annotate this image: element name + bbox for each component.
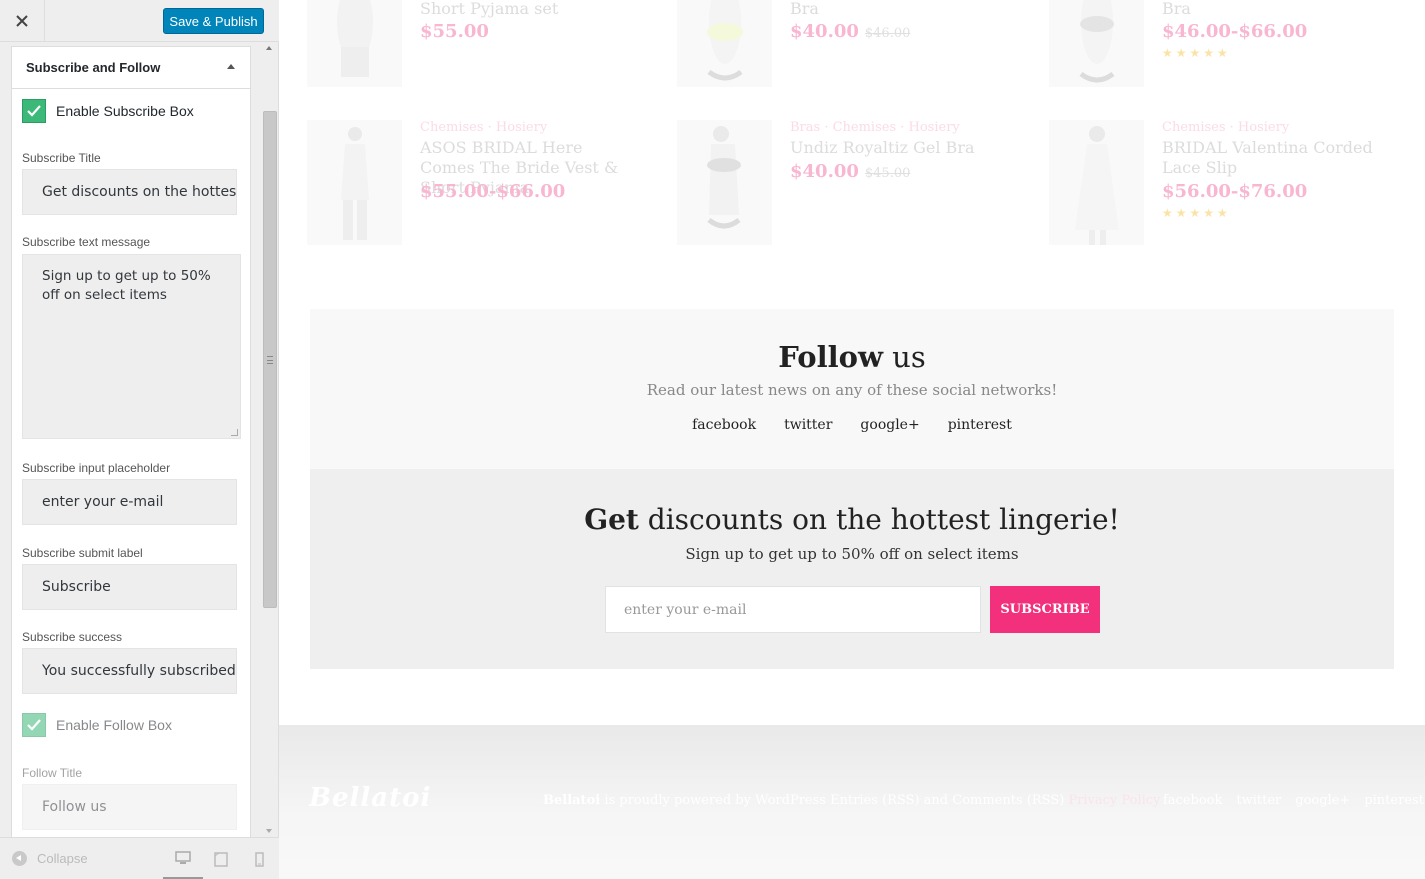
subscribe-follow-section: Subscribe and Follow Enable Subscribe Bo… xyxy=(11,46,251,837)
social-link-twitter[interactable]: twitter xyxy=(784,417,832,433)
grip-icon xyxy=(267,356,273,364)
product-categories[interactable]: Bras · Chemises · Hosiery xyxy=(790,120,960,135)
customizer-sidebar: Save & Publish Subscribe and Follow Enab… xyxy=(0,0,279,879)
site-preview: Short Pyjama set $55.00 Bra $40.00 $46.00… xyxy=(279,0,1425,879)
follow-title: Follow us xyxy=(310,340,1394,374)
footer-link-pinterest[interactable]: pinterest xyxy=(1364,793,1424,808)
subscribe-placeholder-input[interactable]: enter your e-mail xyxy=(22,479,237,525)
tablet-icon[interactable] xyxy=(201,838,241,879)
sidebar-scrollbar[interactable] xyxy=(262,42,278,837)
footer-credit-text: is proudly powered by WordPress Entries … xyxy=(600,793,1069,808)
scrollbar-thumb[interactable] xyxy=(263,111,277,608)
subscribe-button[interactable]: SUBSCRIBE xyxy=(990,586,1100,633)
scroll-up-icon[interactable] xyxy=(266,46,272,50)
customizer-header: Save & Publish xyxy=(0,0,279,42)
product-categories[interactable]: Chemises · Hosiery xyxy=(1162,120,1289,135)
section-title: Subscribe and Follow xyxy=(26,60,161,75)
social-link-facebook[interactable]: facebook xyxy=(692,417,756,433)
product-categories[interactable]: Chemises · Hosiery xyxy=(420,120,547,135)
subscribe-success-input[interactable]: You successfully subscribed xyxy=(22,648,237,694)
product-image[interactable] xyxy=(1049,120,1144,245)
product-price: $56.00-$76.00 xyxy=(1162,181,1308,202)
footer-link-twitter[interactable]: twitter xyxy=(1236,793,1281,808)
resize-handle[interactable] xyxy=(231,429,238,436)
subscribe-title-rest: discounts on the hottest lingerie! xyxy=(638,503,1120,536)
current-price: $40.00 xyxy=(790,21,859,42)
site-footer: Bellatoi Bellatoi is proudly powered by … xyxy=(279,725,1425,879)
subscribe-title-label: Subscribe Title xyxy=(22,151,101,165)
follow-box: Follow us Read our latest news on any of… xyxy=(310,309,1394,669)
enable-follow-label: Enable Follow Box xyxy=(56,717,172,733)
product-name[interactable]: BRIDAL Valentina Corded Lace Slip xyxy=(1162,138,1392,178)
product-image[interactable] xyxy=(677,120,772,245)
privacy-policy-link[interactable]: Privacy Policy xyxy=(1068,793,1160,808)
product-name[interactable]: Bra xyxy=(790,0,1030,19)
product-name[interactable]: Short Pyjama set xyxy=(420,0,660,19)
subscribe-submit-label: Subscribe submit label xyxy=(22,546,143,560)
enable-follow-checkbox[interactable] xyxy=(22,713,46,737)
follow-text: Read our latest news on any of these soc… xyxy=(646,381,1058,399)
follow-title-input[interactable]: Follow us xyxy=(22,784,237,830)
customizer-controls: Subscribe and Follow Enable Subscribe Bo… xyxy=(0,42,279,837)
subscribe-submit-input[interactable]: Subscribe xyxy=(22,564,237,610)
subscribe-text: Sign up to get up to 50% off on select i… xyxy=(685,545,1019,563)
enable-subscribe-checkbox[interactable] xyxy=(22,99,46,123)
footer-link-facebook[interactable]: facebook xyxy=(1163,793,1222,808)
follow-title-bold: Follow xyxy=(778,340,883,374)
follow-title-rest: us xyxy=(882,340,926,374)
product-price: $40.00 $46.00 xyxy=(790,21,910,42)
subscribe-box: Get discounts on the hottest lingerie! S… xyxy=(310,469,1394,669)
product-name[interactable]: Undiz Royaltiz Gel Bra xyxy=(790,138,1030,158)
save-publish-button[interactable]: Save & Publish xyxy=(163,8,264,34)
subscribe-text-value: Sign up to get up to 50% off on select i… xyxy=(42,268,211,303)
caret-up-icon[interactable] xyxy=(227,64,235,69)
site-logo[interactable]: Bellatoi xyxy=(309,783,431,813)
footer-link-google-plus[interactable]: google+ xyxy=(1295,793,1350,808)
section-header[interactable]: Subscribe and Follow xyxy=(12,47,250,89)
product-image[interactable] xyxy=(307,0,402,87)
collapse-label: Collapse xyxy=(37,851,88,866)
subscribe-email-input[interactable]: enter your e-mail xyxy=(605,586,981,633)
product-price: $55.00-$66.00 xyxy=(420,181,566,202)
scroll-down-icon[interactable] xyxy=(266,829,272,833)
subscribe-title-bold: Get xyxy=(584,503,639,536)
rating-stars: ★★★★★ xyxy=(1162,206,1231,220)
enable-follow-control[interactable]: Enable Follow Box xyxy=(22,713,172,737)
customizer-footer: Collapse xyxy=(0,837,279,879)
old-price: $45.00 xyxy=(864,166,911,181)
subscribe-title-input[interactable]: Get discounts on the hottest xyxy=(22,169,237,215)
social-link-google-plus[interactable]: google+ xyxy=(860,417,919,433)
footer-brand[interactable]: Bellatoi xyxy=(543,793,600,808)
old-price: $46.00 xyxy=(864,26,911,41)
subscribe-title: Get discounts on the hottest lingerie! xyxy=(310,503,1394,536)
footer-credit: Bellatoi is proudly powered by WordPress… xyxy=(543,793,1160,808)
social-link-pinterest[interactable]: pinterest xyxy=(948,417,1012,433)
product-image[interactable] xyxy=(1049,0,1144,87)
rating-stars: ★★★★★ xyxy=(1162,46,1231,60)
social-links: facebook twitter google+ pinterest xyxy=(310,417,1394,433)
close-icon[interactable] xyxy=(0,0,45,42)
follow-title-label: Follow Title xyxy=(22,766,83,780)
desktop-icon[interactable] xyxy=(163,838,203,879)
subscribe-text-label: Subscribe text message xyxy=(22,235,151,249)
collapse-icon xyxy=(12,851,27,866)
product-price: $55.00 xyxy=(420,21,489,42)
subscribe-success-label: Subscribe success xyxy=(22,630,123,644)
footer-social-links: facebook twitter google+ pinterest xyxy=(1163,793,1424,808)
enable-subscribe-control[interactable]: Enable Subscribe Box xyxy=(22,99,194,123)
product-price: $46.00-$66.00 xyxy=(1162,21,1308,42)
product-name[interactable]: Bra xyxy=(1162,0,1402,19)
subscribe-placeholder-label: Subscribe input placeholder xyxy=(22,461,171,475)
collapse-button[interactable]: Collapse xyxy=(12,851,88,866)
product-image[interactable] xyxy=(307,120,402,245)
enable-subscribe-label: Enable Subscribe Box xyxy=(56,103,194,119)
current-price: $40.00 xyxy=(790,161,859,182)
mobile-icon[interactable] xyxy=(239,838,279,879)
subscribe-text-textarea[interactable]: Sign up to get up to 50% off on select i… xyxy=(22,254,241,439)
product-price: $40.00 $45.00 xyxy=(790,161,910,182)
product-image[interactable] xyxy=(677,0,772,87)
